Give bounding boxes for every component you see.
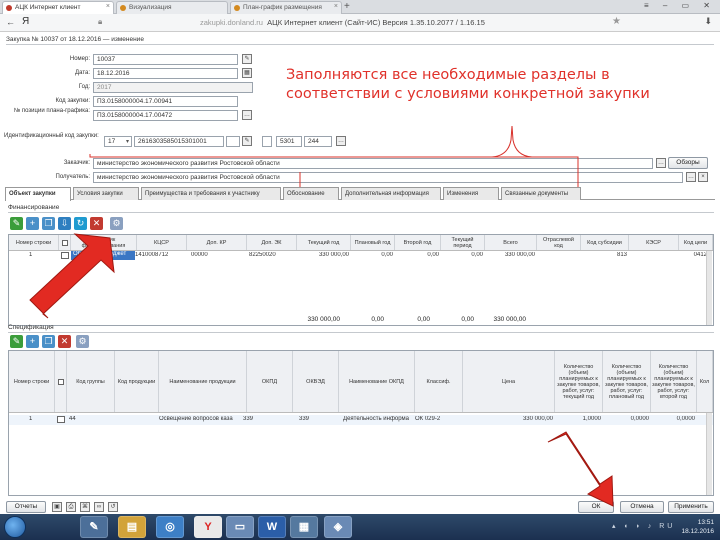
taskbar-yandex-icon[interactable]: Y (194, 516, 222, 538)
taskbar-explorer-icon[interactable]: ▤ (118, 516, 146, 538)
taskbar-window-icon[interactable]: ▭ (226, 516, 254, 538)
clock-time: 13:51 (697, 519, 714, 526)
clock[interactable]: 13:51 18.12.2016 (681, 518, 714, 536)
taskbar-word-icon[interactable]: W (258, 516, 286, 538)
arrow-to-financing (29, 233, 115, 319)
arrow-to-ok (547, 431, 614, 507)
screen: АЦК Интернет клиент × Визуализация План-… (0, 0, 720, 540)
windows-taskbar: ✎ ▤ ◎ Y ▭ W ▦ ◈ ▴ ◖ ◗ ♪ RU 13:51 18.12.2… (0, 514, 720, 540)
taskbar-app2-icon[interactable]: ▦ (290, 516, 318, 538)
taskbar-app3-icon[interactable]: ◈ (324, 516, 352, 538)
taskbar-app-icon[interactable]: ◎ (156, 516, 184, 538)
start-button[interactable] (4, 516, 26, 538)
clock-date: 18.12.2016 (681, 528, 714, 535)
taskbar-paint-icon[interactable]: ✎ (80, 516, 108, 538)
red-arrows (29, 233, 614, 507)
tray-icons[interactable]: ▴ ◖ ◗ ♪ RU (612, 522, 675, 530)
